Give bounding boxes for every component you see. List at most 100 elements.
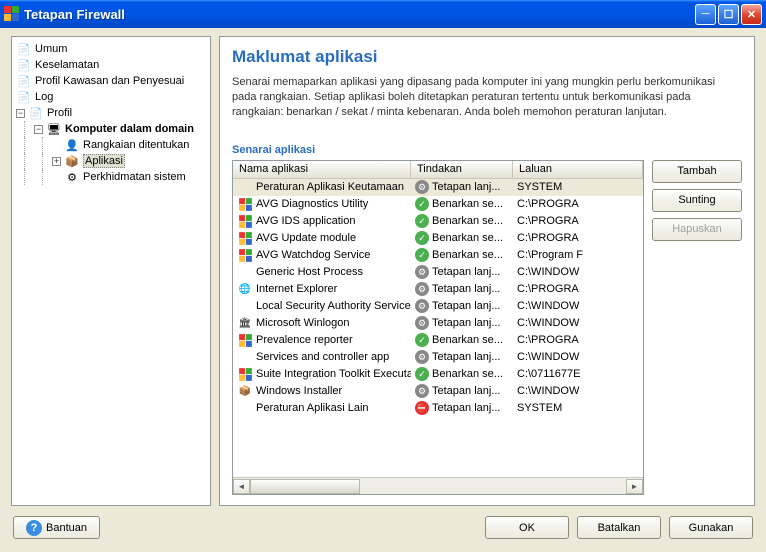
action-text: Tetapan lanj... <box>432 402 501 414</box>
tree-item-label: Umum <box>35 43 67 55</box>
action-icon: ✓ <box>415 197 429 211</box>
action-text: Benarkan se... <box>432 249 503 261</box>
delete-button[interactable]: Hapuskan <box>652 218 742 241</box>
action-text: Benarkan se... <box>432 368 503 380</box>
tree-node-icon: 📄 <box>16 57 32 73</box>
table-row[interactable]: Prevalence reporter✓Benarkan se...C:\PRO… <box>233 332 643 349</box>
scroll-left-button[interactable]: ◄ <box>233 479 250 494</box>
app-name: AVG IDS application <box>256 215 355 227</box>
tree-node-icon: 📦 <box>64 153 80 169</box>
scroll-track[interactable] <box>250 479 626 494</box>
app-name: Microsoft Winlogon <box>256 317 350 329</box>
table-row[interactable]: 🌐Internet Explorer⚙Tetapan lanj...C:\PRO… <box>233 281 643 298</box>
col-header-path[interactable]: Laluan <box>513 161 643 178</box>
tree-item[interactable]: 📄Log <box>14 89 208 105</box>
app-icon <box>237 214 253 228</box>
path-text: C:\Program F <box>513 248 643 262</box>
nav-tree[interactable]: 📄Umum📄Keselamatan📄Profil Kawasan dan Pen… <box>11 36 211 506</box>
action-text: Tetapan lanj... <box>432 317 501 329</box>
tree-item[interactable]: 📄Umum <box>14 41 208 57</box>
app-icon <box>237 299 253 313</box>
action-icon: ⚙ <box>415 265 429 279</box>
tree-item[interactable]: 📄Profil Kawasan dan Penyesuai <box>14 73 208 89</box>
apply-button[interactable]: Gunakan <box>669 516 753 539</box>
table-row[interactable]: AVG IDS application✓Benarkan se...C:\PRO… <box>233 213 643 230</box>
edit-button[interactable]: Sunting <box>652 189 742 212</box>
col-header-action[interactable]: Tindakan <box>411 161 513 178</box>
help-button[interactable]: ? Bantuan <box>13 516 100 539</box>
table-row[interactable]: Peraturan Aplikasi Keutamaan⚙Tetapan lan… <box>233 179 643 196</box>
minimize-button[interactable]: ─ <box>695 4 716 25</box>
tree-node-icon: 📄 <box>16 41 32 57</box>
close-button[interactable]: ✕ <box>741 4 762 25</box>
path-text: C:\PROGRA <box>513 333 643 347</box>
table-row[interactable]: Local Security Authority Service ⚙Tetapan… <box>233 298 643 315</box>
horizontal-scrollbar[interactable]: ◄ ► <box>233 477 643 494</box>
path-text: C:\WINDOW <box>513 265 643 279</box>
table-row[interactable]: 🏛Microsoft Winlogon⚙Tetapan lanj...C:\WI… <box>233 315 643 332</box>
app-name: AVG Update module <box>256 232 356 244</box>
col-header-name[interactable]: Nama aplikasi <box>233 161 411 178</box>
scroll-right-button[interactable]: ► <box>626 479 643 494</box>
tree-item[interactable]: −🖥Komputer dalam domain <box>14 121 208 137</box>
tree-item[interactable]: 👤Rangkaian ditentukan <box>14 137 208 153</box>
application-table[interactable]: Nama aplikasi Tindakan Laluan Peraturan … <box>232 160 644 495</box>
app-icon <box>237 401 253 415</box>
path-text: C:\WINDOW <box>513 350 643 364</box>
action-text: Tetapan lanj... <box>432 300 501 312</box>
add-button[interactable]: Tambah <box>652 160 742 183</box>
app-name: Services and controller app <box>256 351 389 363</box>
app-icon <box>237 197 253 211</box>
scroll-thumb[interactable] <box>250 479 360 494</box>
app-icon <box>237 350 253 364</box>
action-text: Tetapan lanj... <box>432 266 501 278</box>
panel-description: Senarai memaparkan aplikasi yang dipasan… <box>232 75 742 120</box>
tree-item[interactable]: +📦Aplikasi <box>14 153 208 169</box>
tree-toggle-icon[interactable]: − <box>16 109 25 118</box>
tree-item[interactable]: 📄Keselamatan <box>14 57 208 73</box>
table-header[interactable]: Nama aplikasi Tindakan Laluan <box>233 161 643 179</box>
action-icon: ⚙ <box>415 350 429 364</box>
tree-item[interactable]: −📄Profil <box>14 105 208 121</box>
app-icon <box>237 333 253 347</box>
tree-item-label: Komputer dalam domain <box>65 123 194 135</box>
action-icon: ✓ <box>415 248 429 262</box>
tree-item-label: Perkhidmatan sistem <box>83 171 186 183</box>
table-row[interactable]: Suite Integration Toolkit Executable✓Ben… <box>233 366 643 383</box>
tree-node-icon: 📄 <box>28 105 44 121</box>
tree-item[interactable]: ⚙Perkhidmatan sistem <box>14 169 208 185</box>
table-row[interactable]: Services and controller app ⚙Tetapan lanj… <box>233 349 643 366</box>
table-row[interactable]: Generic Host Process⚙Tetapan lanj...C:\W… <box>233 264 643 281</box>
tree-item-label: Log <box>35 91 53 103</box>
app-name: Peraturan Aplikasi Lain <box>256 402 369 414</box>
tree-item-label: Keselamatan <box>35 59 99 71</box>
table-row[interactable]: AVG Watchdog Service ✓Benarkan se... C:\Pr… <box>233 247 643 264</box>
bottom-bar: ? Bantuan OK Batalkan Gunakan <box>3 510 763 549</box>
table-row[interactable]: Peraturan Aplikasi Lain⛔Tetapan lanj...S… <box>233 400 643 417</box>
action-text: Tetapan lanj... <box>432 351 501 363</box>
tree-toggle-icon[interactable]: + <box>52 157 61 166</box>
table-row[interactable]: AVG Update module ✓Benarkan se... C:\PROGR… <box>233 230 643 247</box>
app-icon <box>237 248 253 262</box>
action-text: Benarkan se... <box>432 232 503 244</box>
app-name: AVG Watchdog Service <box>256 249 370 261</box>
table-row[interactable]: 📦Windows Installer⚙Tetapan lanj...C:\WIN… <box>233 383 643 400</box>
app-name: Windows Installer <box>256 385 342 397</box>
action-icon: ✓ <box>415 231 429 245</box>
window-title: Tetapan Firewall <box>24 7 695 22</box>
app-name: Local Security Authority Service <box>256 300 411 312</box>
ok-button[interactable]: OK <box>485 516 569 539</box>
app-icon: 🏛 <box>237 316 253 330</box>
action-icon: ⚙ <box>415 299 429 313</box>
tree-item-label: Rangkaian ditentukan <box>83 139 189 151</box>
cancel-button[interactable]: Batalkan <box>577 516 661 539</box>
tree-node-icon: 👤 <box>64 137 80 153</box>
tree-toggle-icon[interactable]: − <box>34 125 43 134</box>
path-text: C:\PROGRA <box>513 231 643 245</box>
action-text: Benarkan se... <box>432 334 503 346</box>
action-icon: ⚙ <box>415 282 429 296</box>
table-row[interactable]: AVG Diagnostics Utility✓Benarkan se...C:… <box>233 196 643 213</box>
tree-item-label: Aplikasi <box>83 154 125 168</box>
maximize-button[interactable]: ☐ <box>718 4 739 25</box>
path-text: C:\PROGRA <box>513 197 643 211</box>
